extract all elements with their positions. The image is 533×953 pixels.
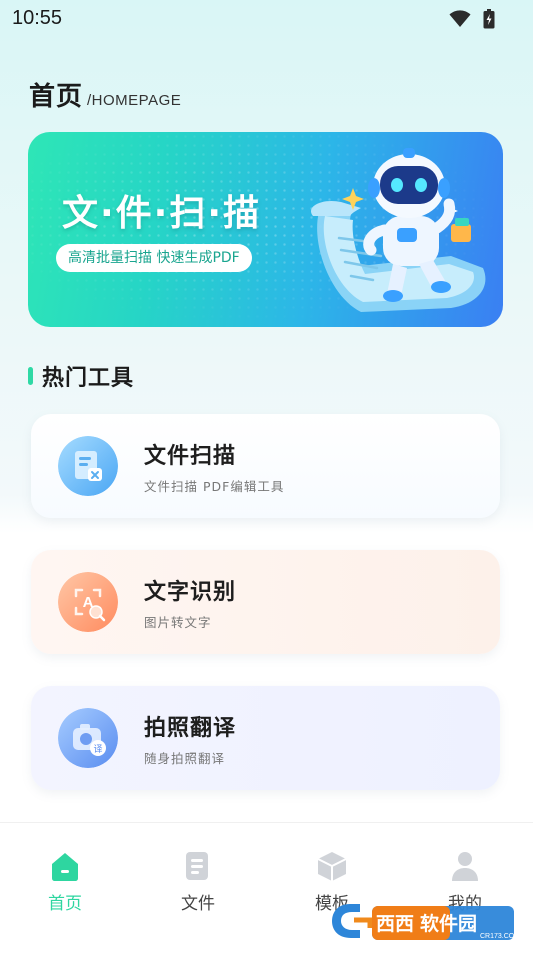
status-bar: 10:55 <box>0 0 533 36</box>
tool-card-title: 文件扫描 <box>144 444 237 469</box>
section-heading: 热门工具 <box>28 360 134 392</box>
file-list-icon <box>186 852 208 880</box>
watermark-logo: 西西 软件园 CR173.COM <box>332 904 520 940</box>
tool-card-file-scan[interactable]: 文件扫描 文件扫描 PDF编辑工具 <box>31 414 500 518</box>
cube-icon <box>317 852 347 881</box>
svg-text:西西: 西西 <box>376 913 414 935</box>
tab-files[interactable]: 文件 <box>163 849 233 914</box>
tab-home[interactable]: 首页 <box>30 849 100 914</box>
section-accent-bar <box>28 367 33 385</box>
camera-translate-icon: 译 <box>58 708 118 768</box>
banner-tagline: 高清批量扫描 快速生成PDF <box>56 244 252 272</box>
banner-title: 文·件·扫·描 <box>62 193 262 234</box>
tool-card-text-recognition[interactable]: A 文字识别 图片转文字 <box>31 550 500 654</box>
svg-text:CR173.COM: CR173.COM <box>480 933 520 940</box>
battery-icon <box>483 9 495 29</box>
tool-card-photo-translate[interactable]: 译 拍照翻译 随身拍照翻译 <box>31 686 500 790</box>
page-subtitle: /HOMEPAGE <box>87 92 182 109</box>
text-recognition-icon: A <box>58 572 118 632</box>
person-icon <box>452 852 478 881</box>
svg-text:软件园: 软件园 <box>420 912 477 935</box>
status-time: 10:55 <box>12 7 63 29</box>
page-title-text: 首页 <box>29 82 84 112</box>
robot-scroll-illustration <box>311 148 486 312</box>
tool-card-subtitle: 文件扫描 PDF编辑工具 <box>144 479 285 494</box>
document-scan-icon <box>58 436 118 496</box>
tool-card-subtitle: 随身拍照翻译 <box>144 751 226 766</box>
svg-text:译: 译 <box>93 744 102 755</box>
home-icon <box>52 853 78 881</box>
section-title: 热门工具 <box>42 366 135 391</box>
tool-card-title: 文字识别 <box>144 580 237 605</box>
wifi-icon <box>449 10 471 27</box>
tool-card-subtitle: 图片转文字 <box>144 615 212 630</box>
page-title: 首页 /HOMEPAGE <box>29 76 181 113</box>
tool-card-title: 拍照翻译 <box>144 716 237 741</box>
scan-banner[interactable]: 文·件·扫·描 高清批量扫描 快速生成PDF <box>28 132 503 327</box>
status-icons <box>449 9 495 29</box>
tab-label: 文件 <box>181 894 215 914</box>
tab-label: 首页 <box>48 894 82 914</box>
